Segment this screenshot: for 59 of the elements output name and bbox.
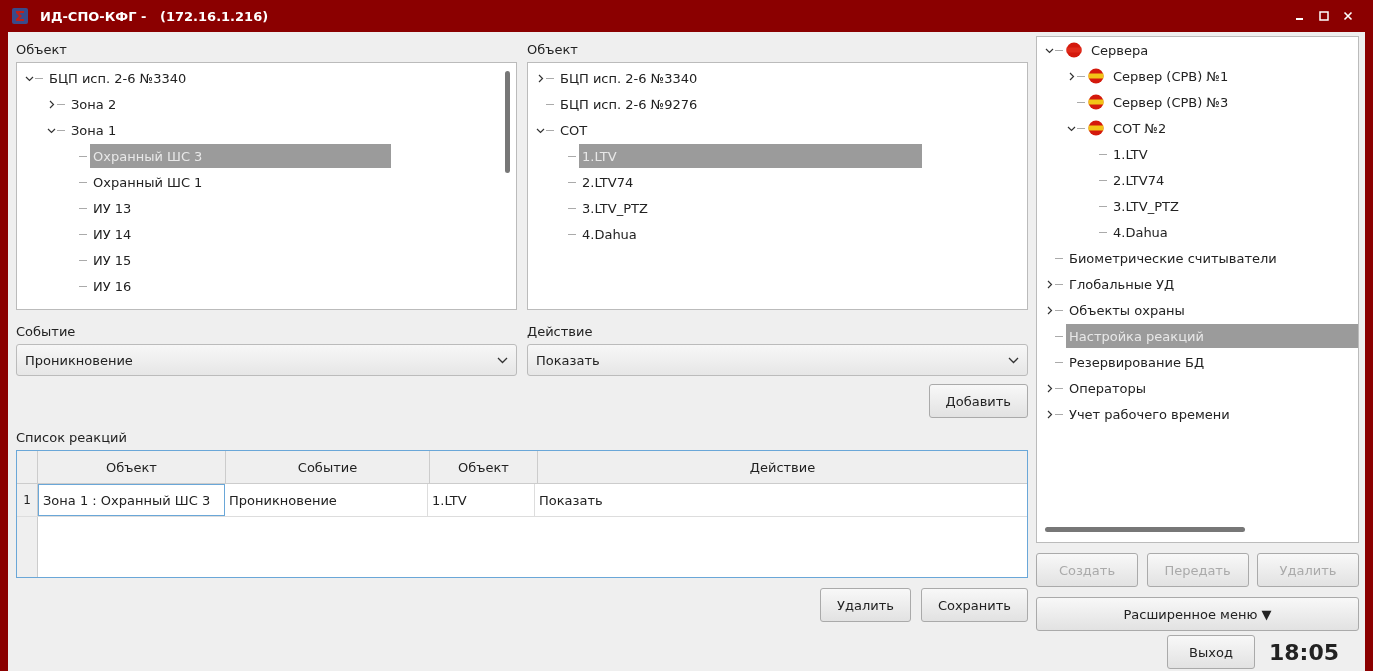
chevron-down-icon: [497, 356, 508, 364]
tree-item[interactable]: БЦП исп. 2-6 №9276: [557, 92, 922, 116]
tree-item[interactable]: Сервер (СРВ) №1: [1110, 64, 1358, 88]
extended-menu-button[interactable]: Расширенное меню ▼: [1036, 597, 1359, 631]
event-dropdown[interactable]: Проникновение: [16, 344, 517, 376]
tree-item[interactable]: Объекты охраны: [1066, 298, 1358, 322]
tree-item[interactable]: Сервера: [1088, 38, 1358, 62]
row-header-gutter: [17, 517, 38, 577]
field-label: Событие: [16, 322, 76, 341]
tree-item[interactable]: 4.Dahua: [579, 222, 922, 246]
table-cell: Проникновение: [225, 484, 428, 516]
column-header[interactable]: Событие: [226, 451, 430, 483]
tree-item[interactable]: ИУ 15: [90, 248, 391, 272]
tree-item[interactable]: СОТ №2: [1110, 116, 1358, 140]
field-label: Действие: [527, 322, 593, 341]
tree-item[interactable]: 3.LTV_PTZ: [579, 196, 922, 220]
tree-item[interactable]: ИУ 16: [90, 274, 391, 298]
tree-item[interactable]: Учет рабочего времени: [1066, 402, 1358, 426]
tree-item[interactable]: 1.LTV: [1110, 142, 1358, 166]
row-number: 1: [17, 484, 38, 516]
tree-item[interactable]: Резервирование БД: [1066, 350, 1358, 374]
tree-item[interactable]: 2.LTV74: [579, 170, 922, 194]
tree-item[interactable]: Зона 1: [68, 118, 391, 142]
app-logo-icon: [12, 8, 28, 24]
scrollbar-thumb[interactable]: [1045, 527, 1245, 532]
field-label: Объект: [527, 40, 578, 59]
tree-item[interactable]: 2.LTV74: [1110, 168, 1358, 192]
column-header[interactable]: Объект: [38, 451, 226, 483]
window-title: ИД-СПО-КФГ - (172.16.1.216): [40, 8, 269, 24]
tree-item[interactable]: Глобальные УД: [1066, 272, 1358, 296]
exit-button[interactable]: Выход: [1166, 635, 1255, 669]
tree-item[interactable]: 3.LTV_PTZ: [1110, 194, 1358, 218]
tree-item[interactable]: БЦП исп. 2-6 №3340: [557, 66, 922, 90]
save-button[interactable]: Сохранить: [920, 588, 1028, 622]
tree-item[interactable]: Зона 2: [68, 92, 391, 116]
tree-item[interactable]: СОТ: [557, 118, 922, 142]
tree-item[interactable]: Биометрические считыватели: [1066, 246, 1358, 270]
field-label: Объект: [16, 40, 67, 59]
table-cell-text: Показать: [538, 491, 604, 510]
tree-item[interactable]: ИУ 13: [90, 196, 391, 220]
clock: 18:05: [1268, 639, 1339, 665]
tree-item[interactable]: 4.Dahua: [1110, 220, 1358, 244]
tree-item[interactable]: ИУ 14: [90, 222, 391, 246]
tree-item[interactable]: Сервер (СРВ) №3: [1110, 90, 1358, 114]
tree-item[interactable]: Охранный ШС 1: [90, 170, 391, 194]
section-label: Список реакций: [16, 428, 127, 447]
tree-item[interactable]: БЦП исп. 2-6 №3340: [46, 66, 391, 90]
chevron-down-icon: [1008, 356, 1019, 364]
action-dropdown[interactable]: Показать: [527, 344, 1028, 376]
table-cell: Зона 1 : Охранный ШС 3: [38, 484, 225, 516]
close-icon[interactable]: [1343, 11, 1353, 21]
add-button[interactable]: Добавить: [928, 384, 1028, 418]
column-header[interactable]: Действие: [538, 451, 1027, 483]
delete-button[interactable]: Удалить: [820, 588, 911, 622]
maximize-icon[interactable]: [1319, 11, 1329, 21]
scrollbar-thumb[interactable]: [505, 71, 510, 173]
column-header[interactable]: Объект: [430, 451, 538, 483]
tree-item[interactable]: Операторы: [1066, 376, 1358, 400]
table-cell: 1.LTV: [428, 484, 535, 516]
